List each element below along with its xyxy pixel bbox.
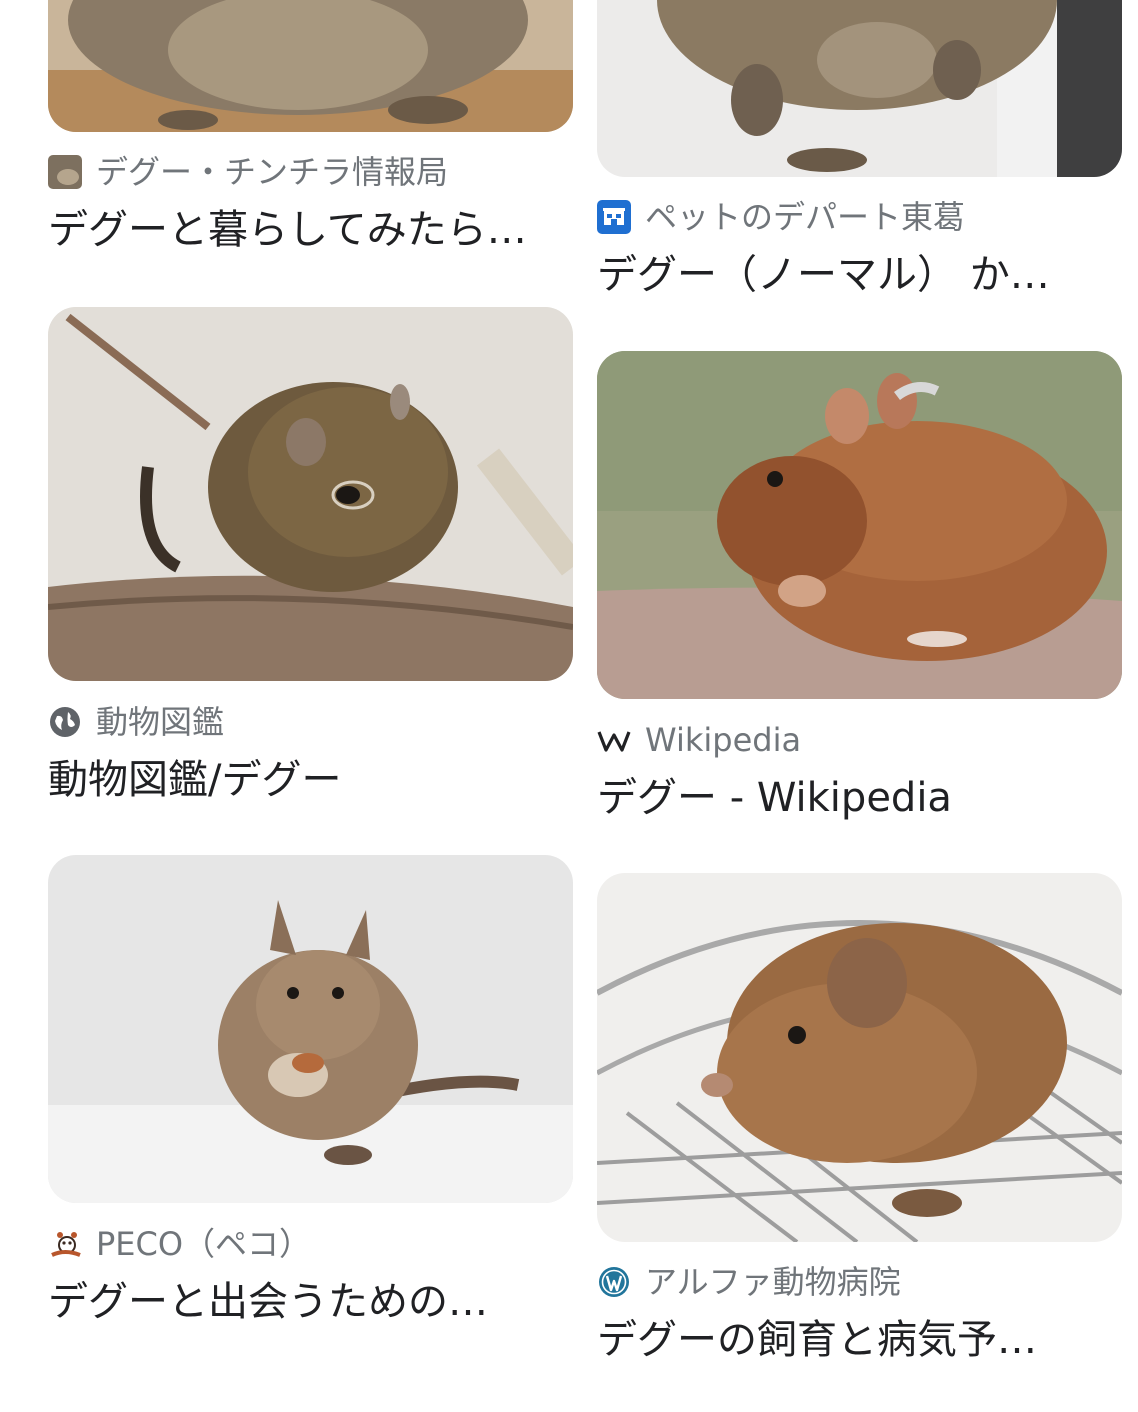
- result-thumbnail[interactable]: [597, 873, 1122, 1242]
- result-source: デグー・チンチラ情報局: [48, 152, 448, 192]
- result-thumbnail[interactable]: [48, 307, 573, 681]
- result-title[interactable]: デグー（ノーマル） か…: [597, 249, 1122, 301]
- result-thumbnail[interactable]: [597, 0, 1122, 177]
- source-name: Wikipedia: [645, 721, 802, 759]
- result-title[interactable]: 動物図鑑/デグー: [48, 754, 573, 806]
- peco-favicon: [48, 1227, 82, 1261]
- result-thumbnail[interactable]: [48, 0, 573, 132]
- result-title[interactable]: デグーと出会うための…: [48, 1276, 573, 1328]
- result-source: ペットのデパート東葛: [597, 197, 965, 237]
- result-title[interactable]: デグーと暮らしてみたら…: [48, 204, 573, 256]
- result-source: 動物図鑑: [48, 702, 224, 742]
- source-name: アルファ動物病院: [645, 1263, 901, 1301]
- wikipedia-w-icon: [597, 723, 631, 757]
- result-title[interactable]: デグーの飼育と病気予…: [597, 1314, 1122, 1366]
- result-thumbnail[interactable]: [597, 351, 1122, 699]
- globe-icon: [48, 705, 82, 739]
- source-name: PECO（ペコ）: [96, 1225, 312, 1263]
- source-name: 動物図鑑: [96, 703, 225, 741]
- result-source: Wikipedia: [597, 720, 801, 760]
- wordpress-icon: [597, 1265, 631, 1299]
- result-source: PECO（ペコ）: [48, 1224, 311, 1264]
- result-source: アルファ動物病院: [597, 1262, 901, 1302]
- degu-photo-favicon: [48, 155, 82, 189]
- result-title[interactable]: デグー - Wikipedia: [597, 772, 1122, 824]
- store-favicon: [597, 200, 631, 234]
- source-name: デグー・チンチラ情報局: [96, 153, 449, 191]
- result-thumbnail[interactable]: [48, 855, 573, 1203]
- source-name: ペットのデパート東葛: [645, 198, 966, 236]
